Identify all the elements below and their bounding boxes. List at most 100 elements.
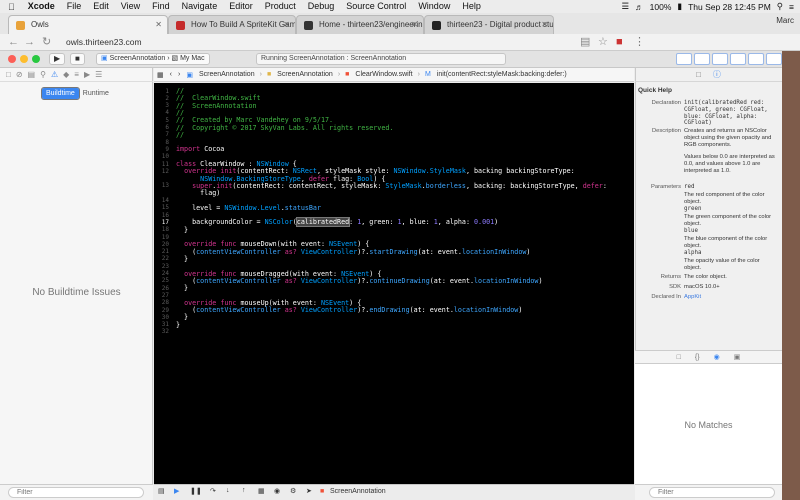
menu-product[interactable]: Product	[259, 0, 302, 13]
quick-help-value[interactable]: AppKit	[684, 294, 778, 301]
code-line[interactable]: override func mouseUp(with event: NSEven…	[176, 299, 361, 306]
code-snippet-icon[interactable]: {}	[695, 354, 700, 361]
menu-find[interactable]: Find	[146, 0, 176, 13]
line-number[interactable]: 17	[154, 219, 169, 226]
code-line[interactable]: class ClearWindow : NSWindow {	[176, 161, 297, 168]
jump-bar-project[interactable]: ScreenAnnotation	[196, 71, 258, 78]
line-number[interactable]: 26	[154, 285, 169, 292]
issue-navigator-icon[interactable]: ⚠	[51, 70, 58, 79]
debug-navigator-icon[interactable]: ≡	[74, 70, 79, 79]
environment-overrides-icon[interactable]: ⚙	[290, 487, 296, 495]
cast-icon[interactable]: ▤	[580, 36, 590, 49]
report-navigator-icon[interactable]: ☰	[95, 70, 102, 79]
line-number[interactable]: 21	[154, 249, 169, 255]
symbol-navigator-icon[interactable]: ▤	[28, 70, 36, 79]
menu-file[interactable]: File	[61, 0, 88, 13]
line-number[interactable]: 2	[154, 95, 169, 102]
browser-tab-github[interactable]: Home - thirteen23/engineerin ✕	[296, 15, 424, 34]
line-number[interactable]: 4	[154, 110, 169, 116]
menu-app[interactable]: Xcode	[22, 0, 61, 13]
project-navigator-icon[interactable]: □	[6, 70, 11, 79]
view-hierarchy-icon[interactable]: ▦	[258, 487, 265, 495]
code-line[interactable]: NSWindow.BackingStoreType, defer flag: B…	[176, 175, 385, 182]
browser-tab-thirteen23[interactable]: thirteen23 - Digital product stu ✕	[424, 15, 554, 34]
jump-bar-group[interactable]: ScreenAnnotation	[274, 71, 336, 78]
code-line[interactable]: import Cocoa	[176, 146, 224, 153]
menu-help[interactable]: Help	[456, 0, 487, 13]
code-line[interactable]: }	[176, 321, 180, 328]
line-number[interactable]: 19	[154, 234, 169, 241]
line-number[interactable]: 22	[154, 256, 169, 262]
library-filter-input[interactable]	[649, 487, 775, 498]
chrome-profile-name[interactable]: Marc	[776, 16, 794, 25]
line-number[interactable]: 25	[154, 278, 169, 284]
media-library-icon[interactable]: ▣	[734, 353, 741, 361]
location-icon[interactable]: ➤	[306, 487, 312, 495]
assistant-editor-icon[interactable]	[694, 53, 710, 65]
line-number[interactable]: 14	[154, 198, 169, 204]
source-control-navigator-icon[interactable]: ⊘	[16, 70, 23, 79]
breakpoint-navigator-icon[interactable]: ▶	[84, 70, 90, 79]
line-number[interactable]: 6	[154, 125, 169, 131]
run-button[interactable]: ▶	[49, 53, 66, 65]
breakpoints-toggle-icon[interactable]: ▶	[174, 487, 179, 495]
close-tab-icon[interactable]: ✕	[283, 16, 290, 34]
menu-window[interactable]: Window	[412, 0, 456, 13]
line-number[interactable]: 15	[154, 205, 169, 211]
close-window-icon[interactable]	[8, 55, 16, 63]
line-number[interactable]: 9	[154, 146, 169, 153]
line-number[interactable]: 18	[154, 227, 169, 233]
chrome-menu-icon[interactable]: ⋮	[634, 36, 645, 49]
debug-target-name[interactable]: ScreenAnnotation	[330, 488, 386, 495]
line-number[interactable]: 28	[154, 300, 169, 306]
navigator-filter-input[interactable]	[8, 487, 144, 498]
line-number[interactable]: 1	[154, 88, 169, 95]
stop-button[interactable]: ■	[70, 53, 85, 65]
code-line[interactable]: // ScreenAnnotation	[176, 102, 257, 109]
code-line[interactable]: // ClearWindow.swift	[176, 95, 261, 102]
code-line[interactable]: }	[176, 256, 188, 263]
menu-edit[interactable]: Edit	[87, 0, 115, 13]
menu-source-control[interactable]: Source Control	[340, 0, 412, 13]
jump-bar-file[interactable]: ClearWindow.swift	[352, 71, 415, 78]
forward-icon[interactable]: →	[24, 36, 35, 49]
code-line[interactable]: //	[176, 110, 184, 117]
code-line[interactable]: backgroundColor = NSColor(calibratedRed:…	[176, 217, 498, 228]
code-line[interactable]: (contentViewController as? ViewControlle…	[176, 248, 530, 255]
jump-bar-symbol[interactable]: init(contentRect:styleMask:backing:defer…	[434, 71, 570, 78]
extension-icon[interactable]: ■	[616, 36, 623, 49]
browser-tab-owls[interactable]: Owls ✕	[8, 15, 168, 34]
toggle-debug-area-icon[interactable]	[748, 53, 764, 65]
code-line[interactable]: }	[176, 314, 188, 321]
code-line[interactable]: super.init(contentRect: contentRect, sty…	[176, 183, 607, 190]
quick-help-icon[interactable]: ⓘ	[713, 69, 721, 80]
forward-history-icon[interactable]: ›	[175, 71, 183, 78]
minimize-window-icon[interactable]	[20, 55, 28, 63]
line-number[interactable]: 13	[154, 183, 169, 189]
pause-icon[interactable]: ❚❚	[190, 487, 202, 495]
code-line[interactable]: //	[176, 131, 184, 138]
line-number[interactable]: 5	[154, 117, 169, 124]
apple-icon[interactable]: 	[0, 2, 22, 12]
menu-debug[interactable]: Debug	[302, 0, 341, 13]
code-line[interactable]: // Created by Marc Vandehey on 9/5/17.	[176, 117, 333, 124]
memory-graph-icon[interactable]: ◉	[274, 487, 280, 495]
line-number[interactable]: 3	[154, 103, 169, 109]
clock[interactable]: Thu Sep 28 12:45 PM	[688, 2, 771, 12]
menu-view[interactable]: View	[115, 0, 146, 13]
line-number[interactable]: 20	[154, 241, 169, 248]
buildtime-tab[interactable]: Buildtime	[41, 87, 80, 100]
scheme-selector[interactable]: ▣ ScreenAnnotation › ▧ My Mac	[96, 53, 210, 65]
spotlight-icon[interactable]: ⚲	[777, 1, 783, 12]
close-tab-icon[interactable]: ✕	[155, 16, 162, 34]
object-library-icon[interactable]: ◉	[714, 353, 720, 361]
code-line[interactable]: }	[176, 285, 188, 292]
close-tab-icon[interactable]: ✕	[411, 16, 418, 34]
line-number[interactable]: 16	[154, 212, 169, 219]
code-line[interactable]: override init(contentRect: NSRect, style…	[176, 168, 575, 175]
bookmark-star-icon[interactable]: ☆	[598, 36, 608, 49]
back-history-icon[interactable]: ‹	[167, 71, 175, 78]
code-line[interactable]: //	[176, 88, 184, 95]
volume-icon[interactable]: ♬	[635, 2, 644, 12]
line-number[interactable]: 27	[154, 292, 169, 299]
